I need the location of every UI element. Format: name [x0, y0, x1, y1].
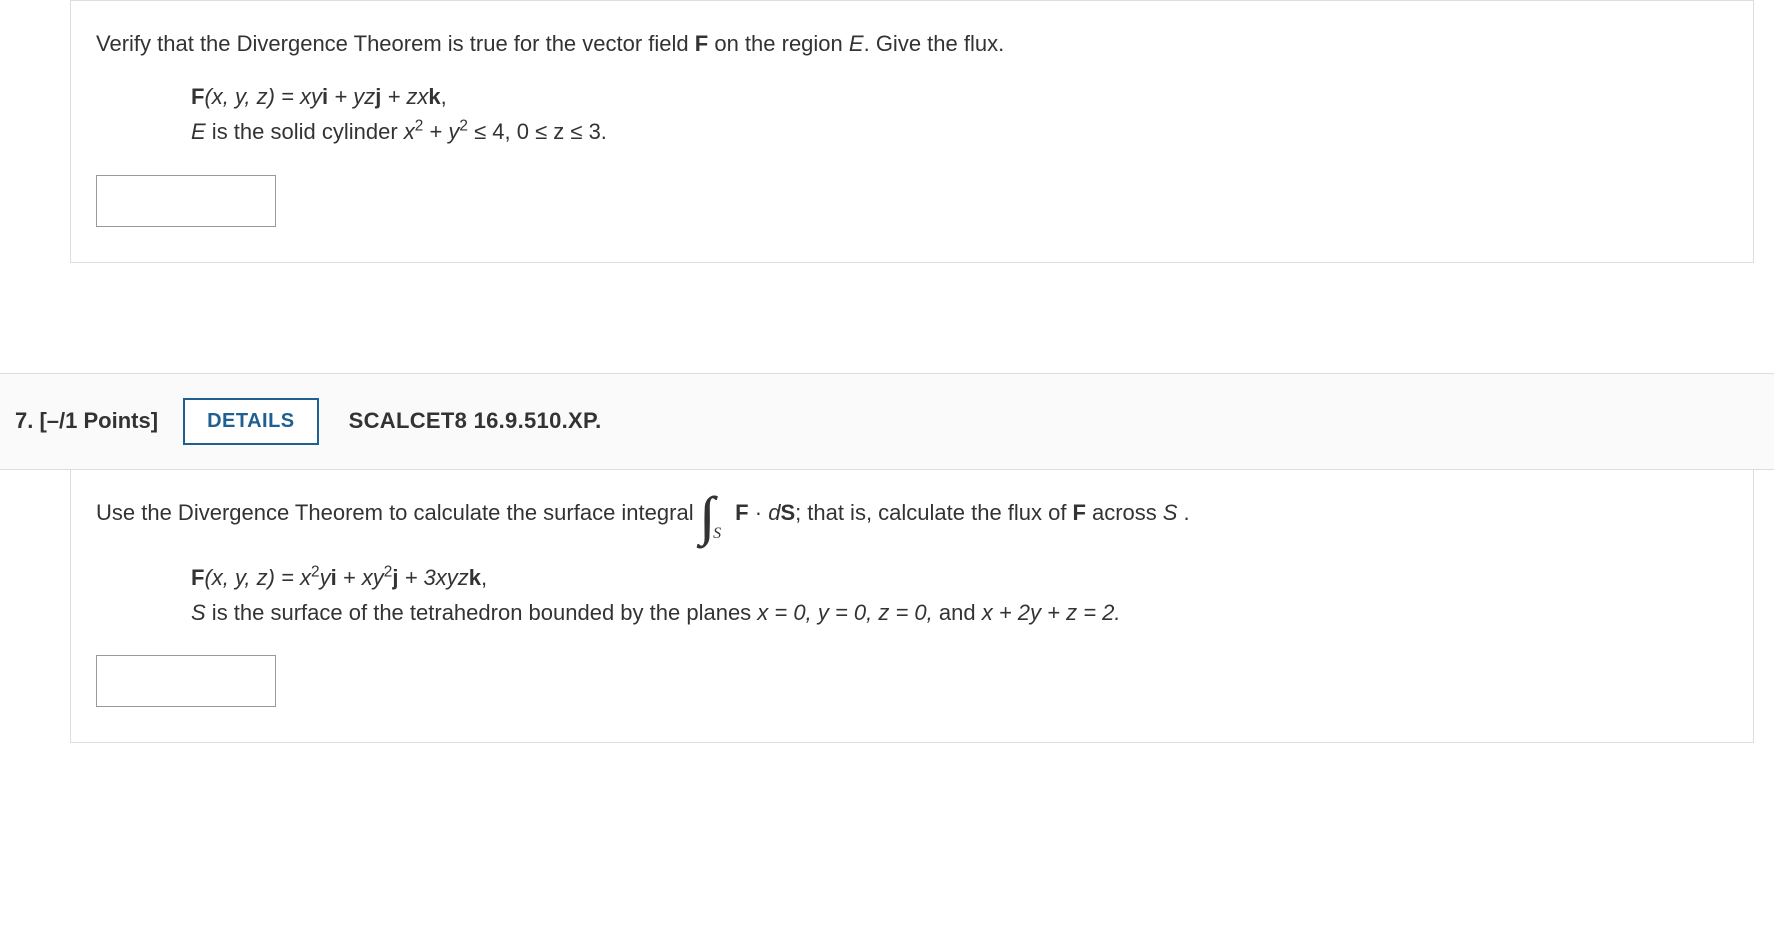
q7-S-math: x = 0, y = 0, z = 0, — [757, 600, 932, 625]
q7-num-text: 7. — [15, 408, 33, 433]
question-6-body: Verify that the Divergence Theorem is tr… — [70, 1, 1754, 263]
q6-answer-input[interactable] — [96, 175, 276, 227]
q6-prompt-E: E — [849, 31, 864, 56]
q7-p1: y — [320, 565, 331, 590]
q7-int-dot: · — [749, 500, 769, 525]
q6-E-x: x — [404, 119, 415, 144]
q7-S-text: is the surface of the tetrahedron bounde… — [206, 600, 758, 625]
q7-S-last: x + 2y + z = 2. — [982, 600, 1121, 625]
q7-prompt-pre: Use the Divergence Theorem to calculate … — [96, 495, 694, 530]
q7-k-vector: k — [469, 565, 481, 590]
q7-number: 7. [–/1 Points] — [15, 408, 158, 434]
q6-F-symbol: F — [191, 84, 204, 109]
details-button[interactable]: DETAILS — [183, 398, 319, 445]
q7-int-d: d — [768, 500, 780, 525]
double-integral-icon: ∫∫ — [700, 500, 702, 532]
q6-equation-E: E is the solid cylinder x2 + y2 ≤ 4, 0 ≤… — [191, 114, 1728, 149]
integral-subscript: S — [713, 521, 721, 547]
q6-equation-F: F(x, y, z) = xyi + yzj + zxk, — [191, 79, 1728, 114]
q6-k-vector: k — [428, 84, 440, 109]
q7-equation-S: S is the surface of the tetrahedron boun… — [191, 595, 1728, 630]
q7-answer-input[interactable] — [96, 655, 276, 707]
q6-plus1: + yz — [328, 84, 375, 109]
q7-int-F: F — [735, 500, 748, 525]
q7-sup1: 2 — [311, 563, 320, 580]
q6-F-args: (x, y, z) = xy — [204, 84, 322, 109]
question-7-body: Use the Divergence Theorem to calculate … — [70, 470, 1754, 744]
q7-equation-F: F(x, y, z) = x2yi + xy2j + 3xyzk, — [191, 560, 1728, 595]
question-6-equations: F(x, y, z) = xyi + yzj + zxk, E is the s… — [191, 79, 1728, 149]
q6-E-rest: ≤ 4, 0 ≤ z ≤ 3. — [468, 119, 607, 144]
question-6-prompt: Verify that the Divergence Theorem is tr… — [96, 26, 1728, 61]
q7-F-open: (x, y, z) = x — [204, 565, 311, 590]
q6-E-symbol: E — [191, 119, 206, 144]
q6-prompt-text-pre: Verify that the Divergence Theorem is tr… — [96, 31, 695, 56]
q6-E-y: y — [448, 119, 459, 144]
q6-prompt-text-post: . Give the flux. — [864, 31, 1005, 56]
q6-E-plus: + — [423, 119, 448, 144]
question-7-equations: F(x, y, z) = x2yi + xy2j + 3xyzk, S is t… — [191, 560, 1728, 630]
q7-S-and: and — [933, 600, 982, 625]
q6-prompt-F: F — [695, 31, 708, 56]
q7-points: [–/1 Points] — [39, 408, 158, 433]
q6-plus2: + zx — [381, 84, 428, 109]
q6-E-text: is the solid cylinder — [206, 119, 404, 144]
q7-prompt-mid: that is, calculate the flux of — [807, 495, 1066, 530]
q7-prompt-F2: F — [1073, 495, 1086, 530]
q7-F-symbol: F — [191, 565, 204, 590]
q6-F-comma: , — [441, 84, 447, 109]
q7-prompt: Use the Divergence Theorem to calculate … — [96, 495, 1728, 530]
q7-F-comma: , — [481, 565, 487, 590]
q7-int-semicolon: ; — [795, 500, 801, 525]
q7-prompt-S: S — [1163, 495, 1178, 530]
question-7-header: 7. [–/1 Points] DETAILS SCALCET8 16.9.51… — [0, 373, 1774, 470]
q7-int-S: S — [780, 500, 795, 525]
q6-E-sup2: 2 — [459, 118, 468, 135]
q7-S-symbol: S — [191, 600, 206, 625]
q7-source-ref: SCALCET8 16.9.510.XP. — [349, 408, 602, 434]
q7-plus2: + 3xyz — [398, 565, 468, 590]
q7-plus1: + xy — [337, 565, 384, 590]
q7-prompt-across: across — [1092, 495, 1157, 530]
q6-prompt-text-mid: on the region — [708, 31, 849, 56]
q7-prompt-period: . — [1183, 495, 1189, 530]
